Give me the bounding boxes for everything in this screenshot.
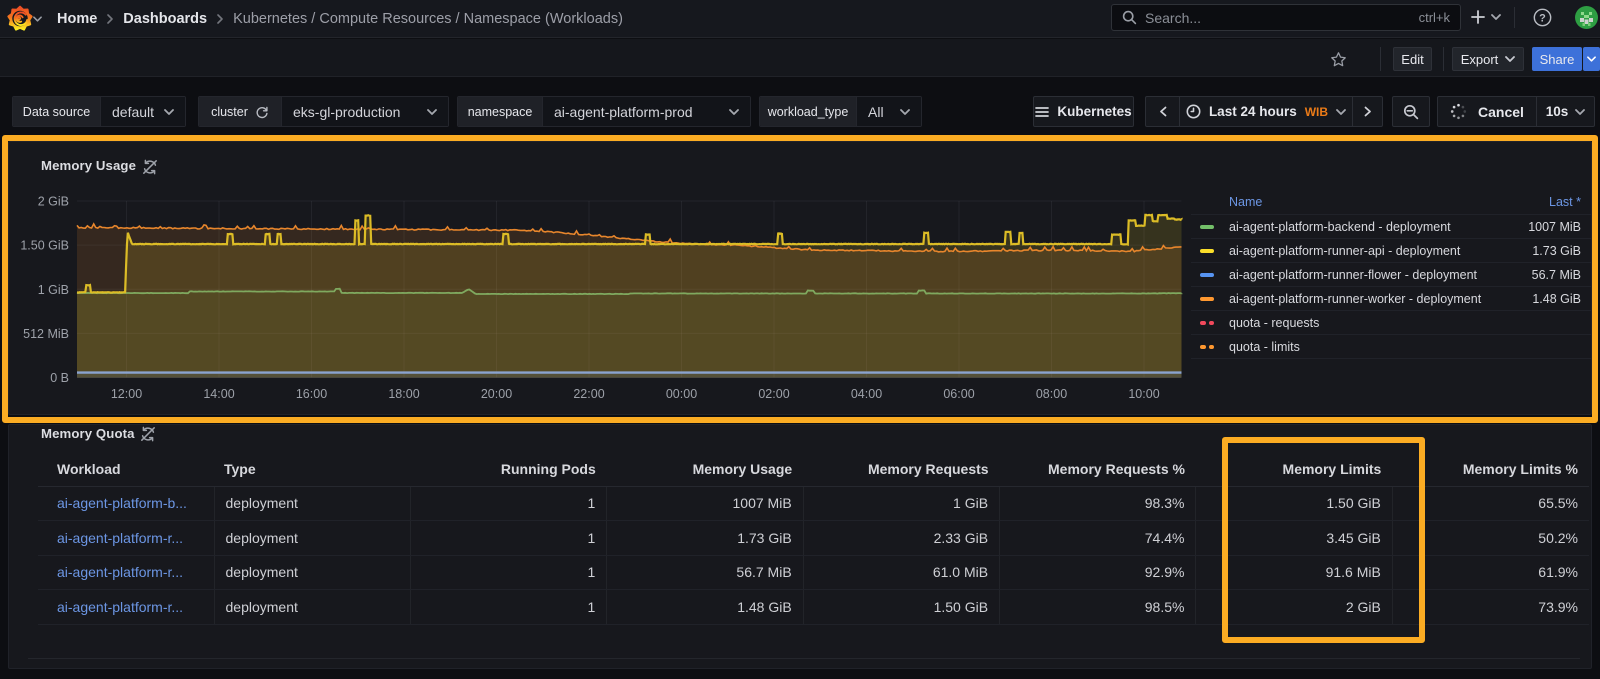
svg-text:0 B: 0 B [50, 371, 69, 385]
svg-text:512 MiB: 512 MiB [23, 327, 69, 341]
svg-text:1.50 GiB: 1.50 GiB [20, 239, 69, 253]
svg-text:18:00: 18:00 [388, 387, 419, 401]
svg-text:1 GiB: 1 GiB [38, 283, 69, 297]
svg-text:00:00: 00:00 [666, 387, 697, 401]
svg-text:2 GiB: 2 GiB [38, 195, 69, 209]
svg-text:16:00: 16:00 [296, 387, 327, 401]
svg-text:06:00: 06:00 [943, 387, 974, 401]
svg-text:04:00: 04:00 [851, 387, 882, 401]
svg-text:08:00: 08:00 [1036, 387, 1067, 401]
svg-text:20:00: 20:00 [481, 387, 512, 401]
svg-text:12:00: 12:00 [111, 387, 142, 401]
svg-text:?: ? [1539, 12, 1546, 24]
svg-text:02:00: 02:00 [758, 387, 789, 401]
svg-text:14:00: 14:00 [203, 387, 234, 401]
svg-text:10:00: 10:00 [1128, 387, 1159, 401]
svg-text:22:00: 22:00 [573, 387, 604, 401]
